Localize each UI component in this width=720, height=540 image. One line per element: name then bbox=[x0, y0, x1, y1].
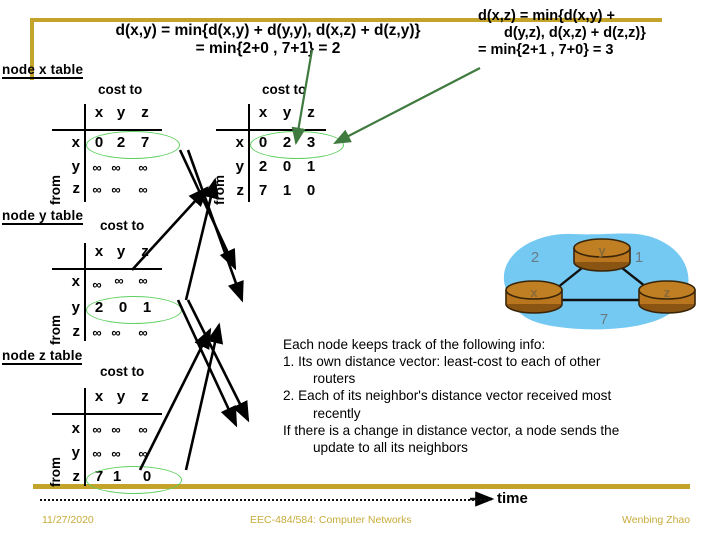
row-label-z-4: z bbox=[72, 468, 81, 485]
highlight-ellipse-row-x bbox=[86, 131, 180, 159]
cell-z-z: ∞ bbox=[138, 182, 148, 197]
cell4-x-y: ∞ bbox=[111, 422, 121, 437]
formula-dxy-line2: = min{2+0 , 7+1} = 2 bbox=[195, 40, 341, 58]
router-label-x: x bbox=[530, 285, 538, 300]
footer-course: EEC-484/584: Computer Networks bbox=[250, 514, 412, 526]
node-y-table-title: node y table bbox=[2, 208, 84, 225]
notes-tail-2: update to all its neighbors bbox=[313, 439, 468, 455]
link-cost-x-y: 2 bbox=[531, 249, 539, 266]
cost-to-label: cost to bbox=[98, 82, 143, 97]
formula-dxy: d(x,y) = min{d(x,y) + d(y,y), d(x,z) + d… bbox=[68, 22, 468, 59]
cell2-z-z: 0 bbox=[306, 182, 316, 199]
cell-y-x: ∞ bbox=[92, 160, 102, 175]
cell-y-z: ∞ bbox=[138, 160, 148, 175]
cell3-x-z: ∞ bbox=[138, 273, 148, 288]
cell4-y-y: ∞ bbox=[111, 446, 121, 461]
cell3-z-y: ∞ bbox=[111, 325, 121, 340]
cell3-x-y: ∞ bbox=[114, 273, 124, 288]
cost-to-label-2: cost to bbox=[262, 82, 307, 97]
col-header-z-2: z bbox=[307, 104, 315, 121]
notes-item-2: 2. Each of its neighbor's distance vecto… bbox=[283, 388, 612, 404]
col-header-x: x bbox=[94, 104, 104, 121]
cell4-x-x: ∞ bbox=[92, 422, 102, 437]
highlight-ellipse-row-z bbox=[86, 466, 182, 494]
notes-lead: Each node keeps track of the following i… bbox=[283, 337, 546, 352]
node-x-table-title: node x table bbox=[2, 62, 84, 79]
slide-canvas: d(x,y) = min{d(x,y) + d(y,y), d(x,z) + d… bbox=[0, 0, 720, 540]
cell4-y-x: ∞ bbox=[92, 446, 102, 461]
cell-z-x: ∞ bbox=[92, 182, 102, 197]
col-header-y-3: y bbox=[116, 243, 126, 260]
from-axis-label-2: from bbox=[212, 175, 227, 205]
link-cost-x-z: 7 bbox=[600, 311, 608, 328]
cost-to-label-4: cost to bbox=[100, 364, 145, 379]
col-header-x-2: x bbox=[258, 104, 268, 121]
from-axis-label-4: from bbox=[48, 457, 63, 487]
notes-tail-1: If there is a change in distance vector,… bbox=[283, 422, 620, 438]
col-header-x-3: x bbox=[94, 243, 104, 260]
cell2-y-z: 1 bbox=[306, 158, 316, 175]
from-axis-label: from bbox=[48, 175, 63, 205]
row-label-y-4: y bbox=[71, 444, 80, 461]
row-label-z-3: z bbox=[72, 323, 81, 340]
footer-author: Wenbing Zhao bbox=[622, 514, 691, 526]
row-label-y: y bbox=[71, 158, 80, 175]
notes-item-1-cont: routers bbox=[313, 371, 356, 387]
formula-dxz: d(x,z) = min{d(x,y) + d(y,z), d(x,z) + d… bbox=[478, 8, 718, 59]
row-label-z: z bbox=[72, 180, 81, 197]
router-label-y: y bbox=[598, 243, 606, 258]
link-cost-y-z: 1 bbox=[635, 249, 643, 266]
cell2-z-y: 1 bbox=[282, 182, 292, 199]
row-label-y-3: y bbox=[71, 299, 80, 316]
row-label-z-2: z bbox=[236, 182, 245, 199]
row-label-y-2: y bbox=[235, 158, 244, 175]
cost-to-label-3: cost to bbox=[100, 218, 145, 233]
cell4-x-z: ∞ bbox=[138, 422, 148, 437]
notes-item-1: 1. Its own distance vector: least-cost t… bbox=[283, 354, 601, 370]
from-axis-label-3: from bbox=[48, 315, 63, 345]
time-axis-line bbox=[40, 499, 490, 501]
col-header-z-3: z bbox=[141, 243, 149, 260]
formula-dxy-line1: d(x,y) = min{d(x,y) + d(y,y), d(x,z) + d… bbox=[115, 22, 421, 39]
col-header-x-4: x bbox=[94, 388, 104, 405]
cell3-z-x: ∞ bbox=[92, 325, 102, 340]
highlight-ellipse-row-x-2 bbox=[250, 131, 344, 159]
formula-dxz-line3: = min{2+1 , 7+0} = 3 bbox=[478, 42, 614, 59]
cell3-x-x: ∞ bbox=[92, 277, 102, 292]
node-z-table-title: node z table bbox=[2, 348, 83, 365]
col-header-z-4: z bbox=[141, 388, 149, 405]
network-topology-diagram: 2 1 7 x y z bbox=[487, 228, 697, 340]
notes-block: Each node keeps track of the following i… bbox=[283, 336, 703, 456]
col-header-z: z bbox=[141, 104, 149, 121]
cell-z-y: ∞ bbox=[111, 182, 121, 197]
row-label-x-4: x bbox=[71, 420, 80, 437]
row-label-x: x bbox=[71, 134, 80, 151]
time-axis-label: time bbox=[497, 490, 528, 507]
col-header-y-2: y bbox=[282, 104, 292, 121]
col-header-y-4: y bbox=[116, 388, 126, 405]
row-label-x-2: x bbox=[235, 134, 244, 151]
row-label-x-3: x bbox=[71, 273, 80, 290]
notes-item-2-cont: recently bbox=[313, 405, 361, 421]
cell-y-y: ∞ bbox=[111, 160, 121, 175]
green-arrow-to-cell-3 bbox=[333, 67, 481, 145]
cell4-y-z: ∞ bbox=[138, 446, 148, 461]
footer-date: 11/27/2020 bbox=[42, 514, 94, 526]
col-header-y: y bbox=[116, 104, 126, 121]
formula-dxz-line2: d(y,z), d(x,z) + d(z,z)} bbox=[504, 25, 646, 42]
cell2-z-x: 7 bbox=[258, 182, 268, 199]
formula-dxz-line1: d(x,z) = min{d(x,y) + bbox=[478, 8, 615, 24]
highlight-ellipse-row-y bbox=[86, 296, 182, 324]
cell2-y-x: 2 bbox=[258, 158, 268, 175]
cell2-y-y: 0 bbox=[282, 158, 292, 175]
cell3-z-z: ∞ bbox=[138, 325, 148, 340]
router-label-z: z bbox=[664, 285, 671, 300]
